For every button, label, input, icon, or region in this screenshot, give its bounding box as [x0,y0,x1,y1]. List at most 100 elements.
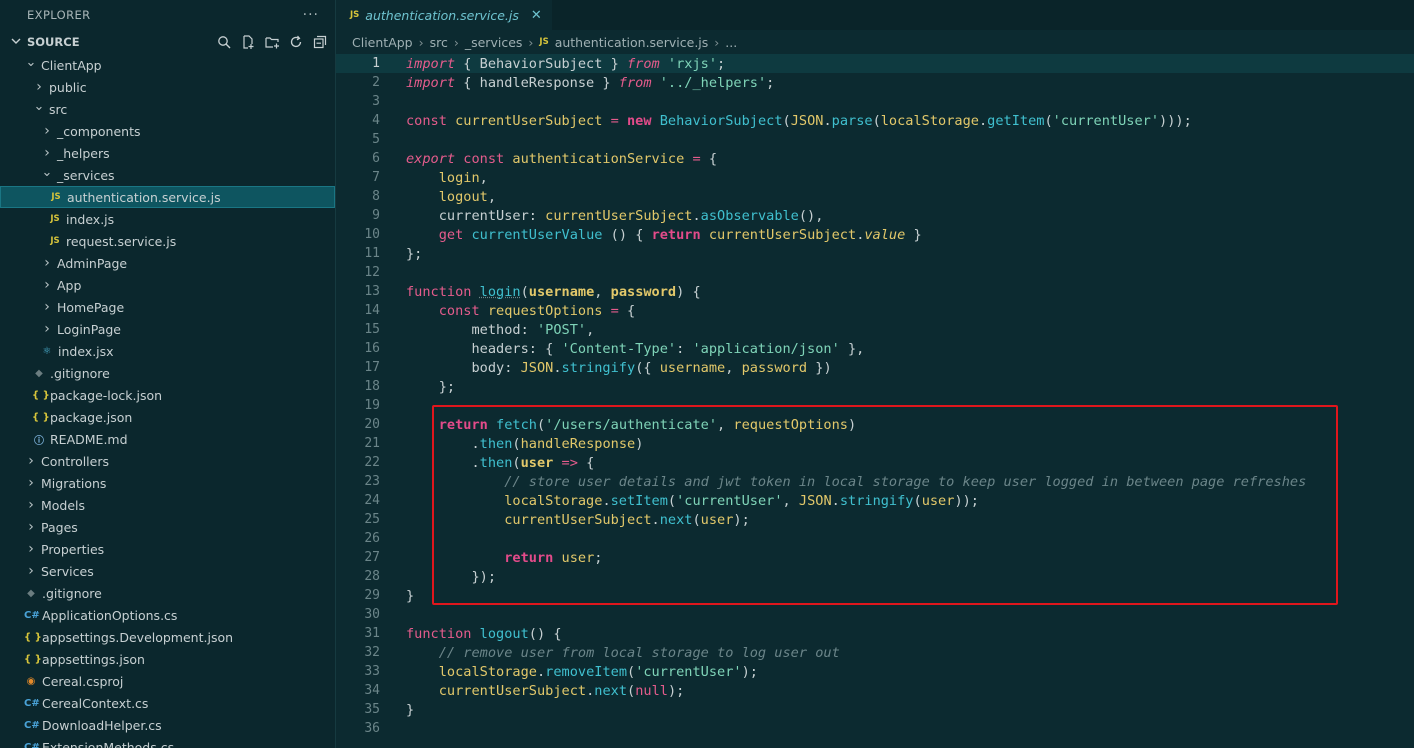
code-line: 5 [336,130,1414,149]
chevron-right-icon: › [44,123,50,139]
folder-item[interactable]: › AdminPage [0,252,335,274]
folder-item[interactable]: ⌄ src [0,98,335,120]
collapse-all-icon[interactable] [311,33,329,51]
source-section-header[interactable]: SOURCE [0,30,335,54]
explorer-title: EXPLORER [27,8,91,22]
code-line: 35} [336,700,1414,719]
tree-item-label: Pages [41,519,78,535]
breadcrumb-item[interactable]: authentication.service.js [555,35,709,50]
chevron-right-icon: › [44,277,50,293]
file-item[interactable]: ◉ Cereal.csproj [0,670,335,692]
code-line: 6 export const authenticationService = { [336,149,1414,168]
line-number: 23 [364,474,380,489]
folder-item[interactable]: › Properties [0,538,335,560]
tree-item-label: appsettings.json [42,651,145,667]
search-icon[interactable] [215,33,233,51]
file-item[interactable]: ◆ .gitignore [0,582,335,604]
line-number: 32 [364,645,380,660]
folder-item[interactable]: › Migrations [0,472,335,494]
file-item[interactable]: ◆ .gitignore [0,362,335,384]
breadcrumb-item[interactable]: ClientApp [352,35,413,50]
folder-item[interactable]: › Pages [0,516,335,538]
file-item[interactable]: { } package-lock.json [0,384,335,406]
chevron-right-icon: › [28,519,34,535]
tree-item-label: ClientApp [41,57,102,73]
more-actions-icon[interactable]: ··· [303,7,319,23]
new-folder-icon[interactable] [263,33,281,51]
code-line: 10 get currentUserValue () { return curr… [336,225,1414,244]
code-line: 27 return user; [336,548,1414,567]
folder-item[interactable]: › LoginPage [0,318,335,340]
line-number: 14 [364,303,380,318]
code-line: 19 [336,396,1414,415]
folder-item[interactable]: › Models [0,494,335,516]
project-file-icon: ◉ [26,675,36,687]
js-file-icon: JS [51,192,61,202]
code-line: 18 }; [336,377,1414,396]
folder-item[interactable]: › Controllers [0,450,335,472]
file-item[interactable]: C# ExtensionMethods.cs [0,736,335,748]
chevron-right-icon: › [453,34,459,50]
line-number: 34 [364,683,380,698]
file-item[interactable]: JS request.service.js [0,230,335,252]
chevron-down-icon: ⌄ [41,164,53,180]
code-line: 30 [336,605,1414,624]
code-editor[interactable]: 1 import { BehaviorSubject } from 'rxjs';… [336,54,1414,738]
code-line: 33 localStorage.removeItem('currentUser'… [336,662,1414,681]
file-item[interactable]: { } appsettings.json [0,648,335,670]
close-icon[interactable]: ✕ [531,8,542,23]
folder-item[interactable]: › HomePage [0,296,335,318]
code-line: 25 currentUserSubject.next(user); [336,510,1414,529]
file-item[interactable]: C# CerealContext.cs [0,692,335,714]
file-item[interactable]: { } appsettings.Development.json [0,626,335,648]
json-file-icon: { } [32,389,50,401]
breadcrumb-item[interactable]: _services [465,35,523,50]
code-line: 2 import { handleResponse } from '../_hel… [336,73,1414,92]
file-item[interactable]: C# DownloadHelper.cs [0,714,335,736]
folder-item[interactable]: ⌄ _services [0,164,335,186]
file-item[interactable]: C# ApplicationOptions.cs [0,604,335,626]
folder-item[interactable]: › Services [0,560,335,582]
line-number: 20 [364,417,380,432]
code-line: 36 [336,719,1414,738]
folder-item[interactable]: › _helpers [0,142,335,164]
git-file-icon: ◆ [27,587,35,599]
file-item[interactable]: JS authentication.service.js [0,186,335,208]
line-number: 27 [364,550,380,565]
tree-item-label: _components [57,123,141,139]
code-line: 4 const currentUserSubject = new Behavior… [336,111,1414,130]
code-line: 34 currentUserSubject.next(null); [336,681,1414,700]
folder-item[interactable]: › _components [0,120,335,142]
tree-item-label: Services [41,563,94,579]
line-number: 17 [364,360,380,375]
line-number: 10 [364,227,380,242]
js-file-icon: JS [50,214,60,224]
file-item[interactable]: { } package.json [0,406,335,428]
line-number: 28 [364,569,380,584]
breadcrumb-item[interactable]: src [430,35,448,50]
file-item[interactable]: JS index.js [0,208,335,230]
file-item[interactable]: ⚛ index.jsx [0,340,335,362]
breadcrumb-item[interactable]: ... [725,35,737,50]
new-file-icon[interactable] [239,33,257,51]
git-file-icon: ◆ [35,367,43,379]
folder-item[interactable]: › App [0,274,335,296]
tree-item-label: AdminPage [57,255,128,271]
refresh-icon[interactable] [287,33,305,51]
line-number: 19 [364,398,380,413]
tree-item-label: App [57,277,82,293]
tree-item-label: src [49,101,68,117]
chevron-right-icon: › [714,34,720,50]
chevron-down-icon: ⌄ [33,98,45,114]
tree-item-label: .gitignore [50,365,110,381]
tab-authentication-service[interactable]: JS authentication.service.js ✕ [336,0,552,30]
folder-item[interactable]: › public [0,76,335,98]
js-file-icon: JS [350,10,360,20]
file-item[interactable]: ⓘ README.md [0,428,335,450]
code-line: 12 [336,263,1414,282]
tree-item-label: README.md [50,431,128,447]
tree-item-label: LoginPage [57,321,121,337]
code-line: 32 // remove user from local storage to … [336,643,1414,662]
tree-item-label: HomePage [57,299,125,315]
folder-item[interactable]: ⌄ ClientApp [0,54,335,76]
